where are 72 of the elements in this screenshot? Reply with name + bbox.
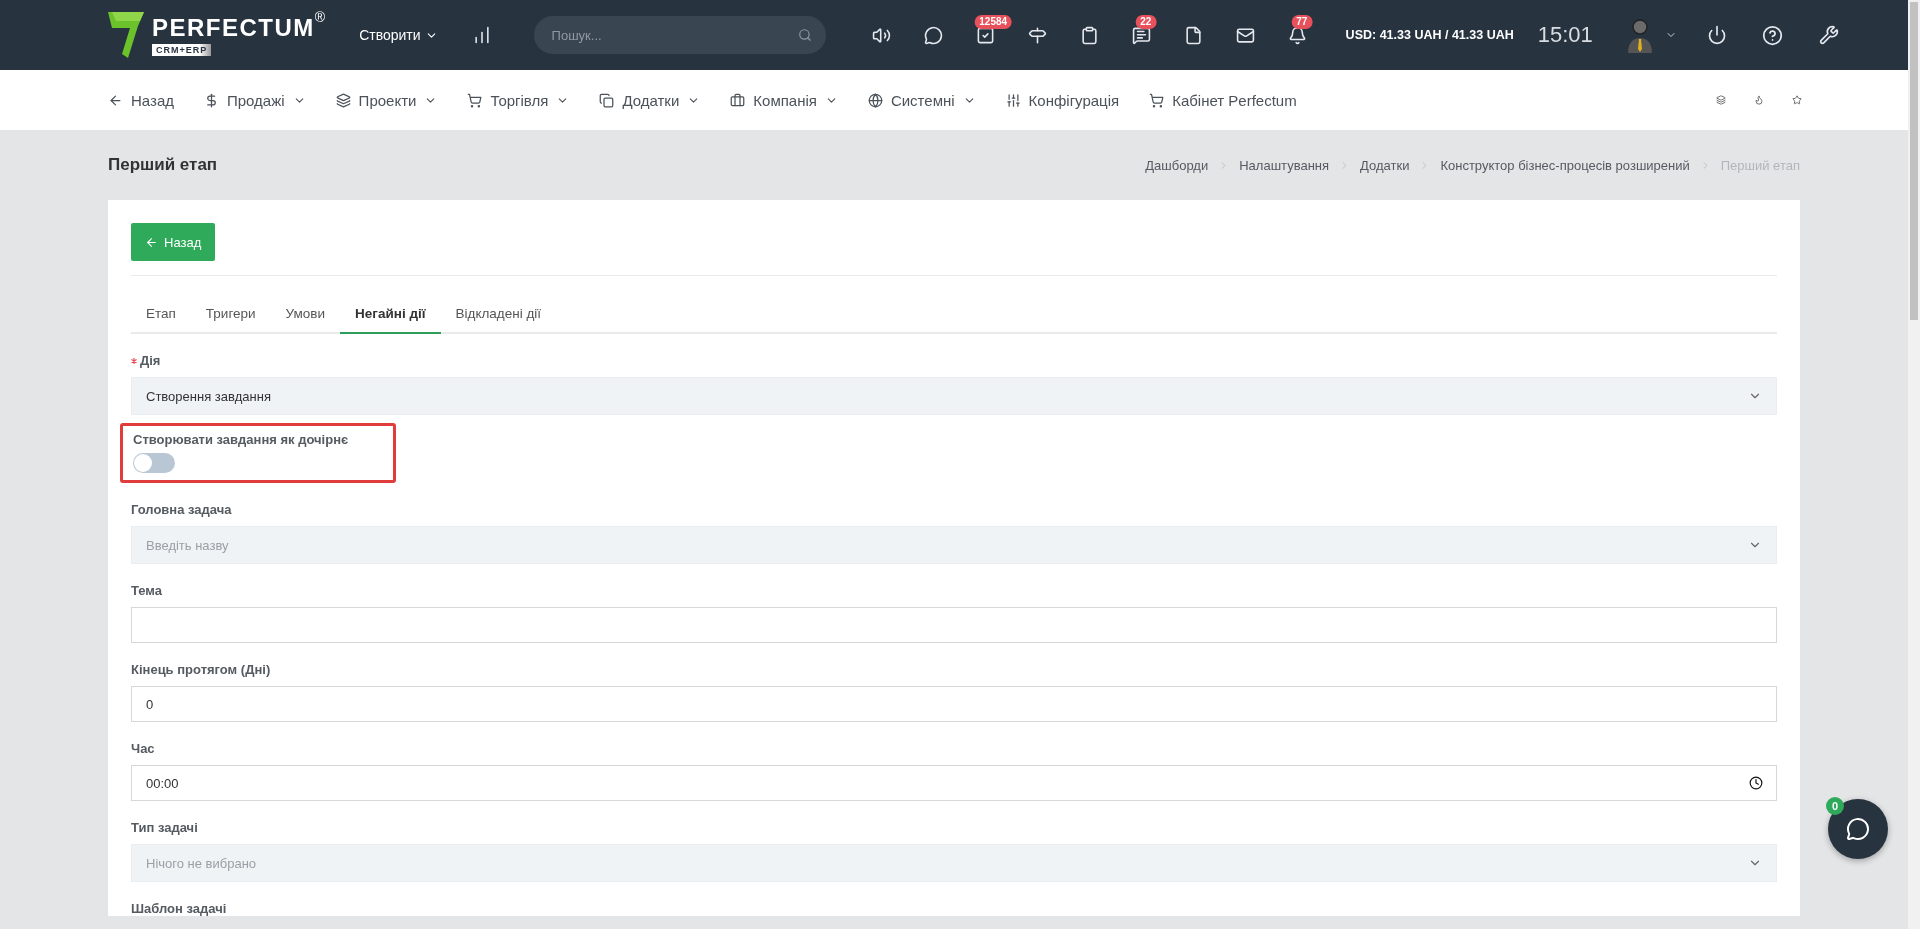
create-menu-button[interactable]: Створити bbox=[353, 26, 444, 44]
speaker-icon bbox=[872, 25, 892, 45]
breadcrumb-link[interactable]: Дашборди bbox=[1145, 157, 1209, 173]
nav-menu-item[interactable]: Кабінет Perfectum bbox=[1149, 91, 1297, 109]
nav-menu-item[interactable]: Системні bbox=[867, 91, 976, 109]
nav-menu-item[interactable]: Проекти bbox=[335, 91, 438, 109]
message-icon bbox=[1132, 25, 1152, 45]
nav-menu-item[interactable]: Додатки bbox=[599, 91, 701, 109]
tab[interactable]: Етап bbox=[131, 296, 191, 334]
time-field[interactable]: 00:00 bbox=[131, 765, 1777, 801]
chat-icon bbox=[924, 25, 944, 45]
search-field[interactable]: Пошук... bbox=[533, 16, 826, 54]
count-badge: 12584 bbox=[974, 15, 1013, 29]
chat-icon bbox=[1846, 817, 1870, 841]
tab[interactable]: Відкладені дії bbox=[440, 296, 557, 334]
clipboard-icon bbox=[1080, 25, 1100, 45]
nav-menu-item[interactable]: Назад bbox=[108, 91, 174, 109]
briefcase-icon bbox=[730, 92, 746, 108]
signpost-icon bbox=[1028, 25, 1048, 45]
page-title: Перший етап bbox=[108, 155, 218, 175]
field-label: Дія bbox=[140, 353, 161, 368]
field-label: Тип задачі bbox=[131, 820, 198, 835]
arrow-left-icon bbox=[145, 235, 158, 249]
count-badge: 22 bbox=[1135, 15, 1157, 29]
field-label: Час bbox=[131, 741, 155, 756]
power-icon bbox=[1706, 25, 1727, 45]
help-icon bbox=[1762, 24, 1784, 46]
nav-menu-item[interactable]: Компанія bbox=[730, 91, 838, 109]
bell-button[interactable]: 77 bbox=[1271, 15, 1324, 55]
copy-icon bbox=[599, 92, 615, 108]
count-badge: 77 bbox=[1291, 15, 1313, 29]
field-label: Шаблон задачі bbox=[131, 901, 227, 916]
clock-icon bbox=[1749, 776, 1763, 790]
dollar-icon bbox=[204, 92, 219, 108]
field-label: Створювати завдання як дочірнє bbox=[133, 432, 349, 447]
checkbox-button[interactable]: 12584 bbox=[959, 15, 1012, 55]
clock-time: 15:01 bbox=[1537, 22, 1593, 48]
layers-icon bbox=[335, 92, 351, 108]
select-field[interactable]: Створення завдання bbox=[131, 377, 1777, 415]
search-icon bbox=[797, 28, 812, 42]
nav-menu-item[interactable]: Продажі bbox=[204, 91, 306, 109]
field-label: Кінець протягом (Дні) bbox=[131, 662, 271, 677]
field-label: Тема bbox=[131, 583, 163, 598]
toggle-switch[interactable] bbox=[133, 453, 175, 473]
cart-icon bbox=[467, 92, 483, 108]
file-icon bbox=[1184, 25, 1204, 45]
mail-icon bbox=[1236, 25, 1256, 45]
registered-mark: ® bbox=[314, 8, 326, 25]
tab[interactable]: Негайні дії bbox=[340, 296, 441, 334]
input-field[interactable]: 0 bbox=[131, 686, 1777, 722]
message-button[interactable]: 22 bbox=[1115, 15, 1168, 55]
input-field[interactable] bbox=[131, 607, 1777, 643]
globe-icon bbox=[867, 92, 883, 108]
logo-icon bbox=[108, 12, 144, 58]
layers-icon bbox=[1716, 92, 1726, 108]
field-label: Головна задача bbox=[131, 502, 232, 517]
count-badge: 0 bbox=[1826, 797, 1844, 815]
bell-icon bbox=[1288, 25, 1308, 45]
nav-menu-item[interactable]: Торгівля bbox=[467, 91, 570, 109]
breadcrumb-link[interactable]: Налаштування bbox=[1239, 157, 1330, 173]
cart-icon bbox=[1149, 92, 1165, 108]
sliders-icon bbox=[1005, 92, 1021, 108]
currency-rate: USD: 41.33 UAH / 41.33 UAH bbox=[1345, 28, 1514, 42]
logo-tagline: CRM+ERP bbox=[152, 43, 212, 56]
breadcrumb-link[interactable]: Конструктор бізнес-процесів розширений bbox=[1440, 157, 1690, 173]
tab[interactable]: Тригери bbox=[190, 296, 271, 334]
breadcrumb-link[interactable]: Додатки bbox=[1360, 157, 1410, 173]
nav-menu-item[interactable]: Конфігурація bbox=[1005, 91, 1120, 109]
logo-text: PERFECTUM bbox=[152, 14, 315, 41]
wrench-icon bbox=[1818, 25, 1839, 45]
scrollbar[interactable] bbox=[1908, 0, 1920, 929]
tab[interactable]: Умови bbox=[270, 296, 341, 334]
